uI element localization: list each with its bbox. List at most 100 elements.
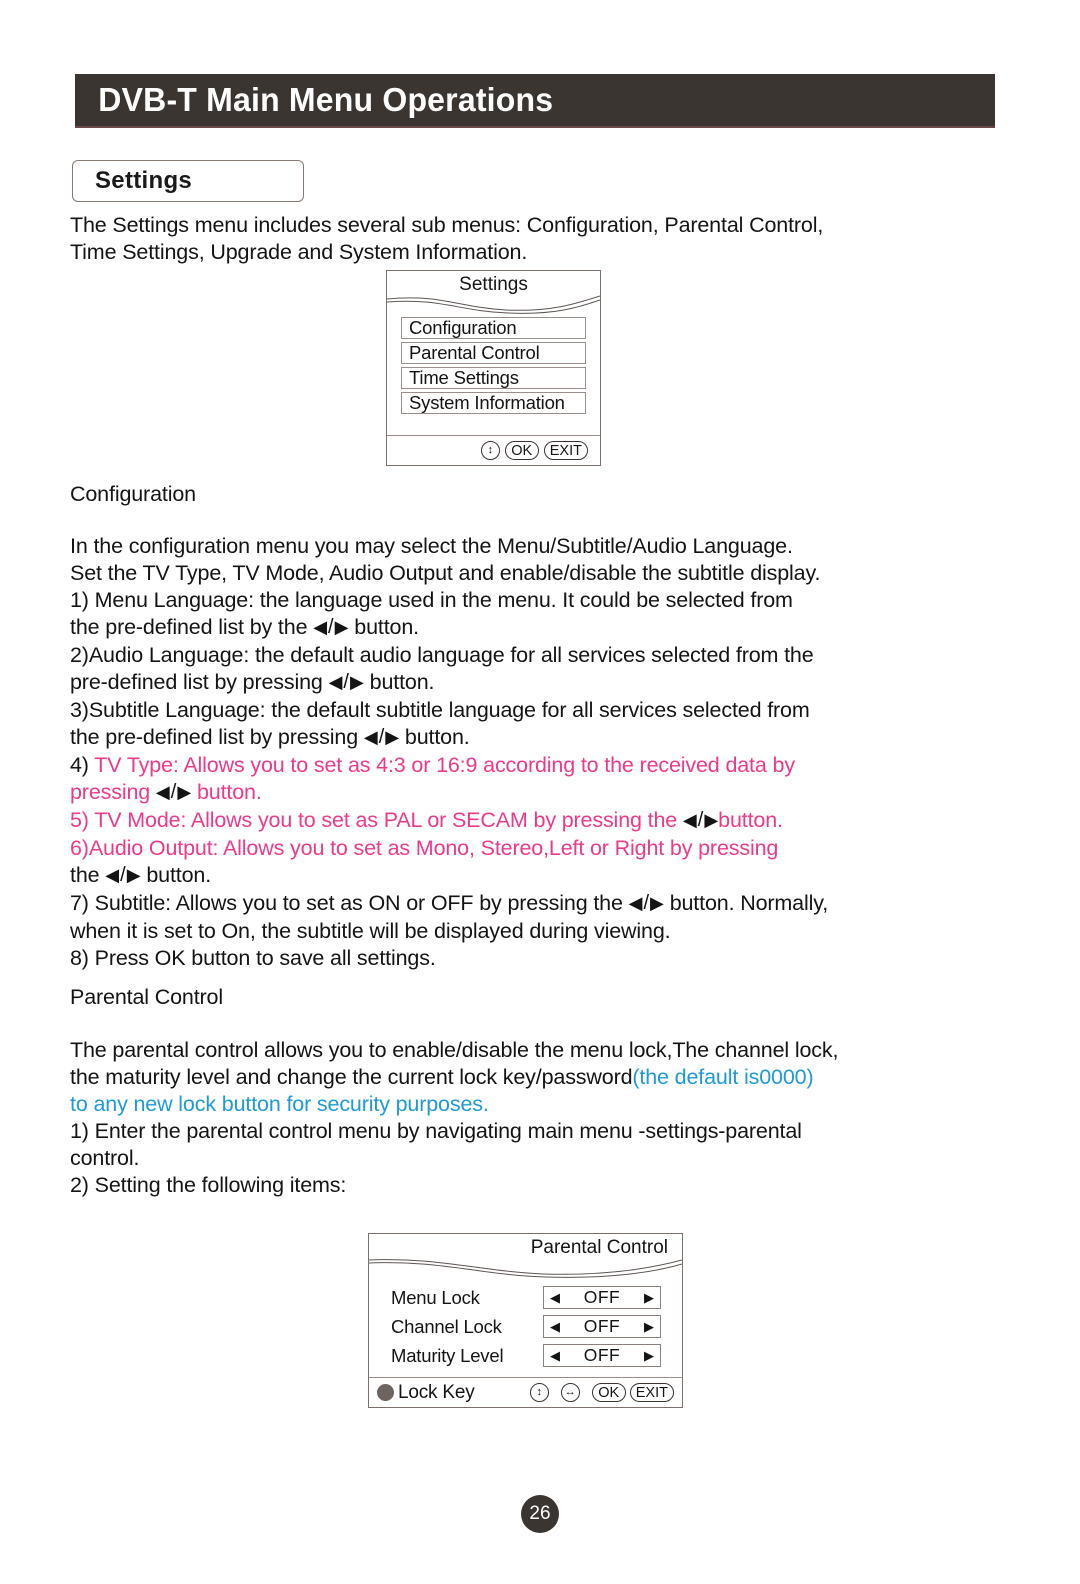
exit-button[interactable]: EXIT	[629, 1383, 674, 1402]
parental-paragraph-line-1: The parental control allows you to enabl…	[70, 1038, 839, 1062]
exit-button[interactable]: EXIT	[543, 441, 588, 460]
configuration-item-1-line-2: the pre-defined list by the ◀/▶ button.	[70, 614, 1015, 642]
left-right-arrow-icon: ◀/▶	[105, 864, 141, 886]
row-label: Maturity Level	[391, 1344, 504, 1366]
text-fragment: button.	[369, 670, 435, 694]
page-header-banner: DVB-T Main Menu Operations	[75, 74, 995, 128]
left-arrow-icon[interactable]: ◀	[550, 1291, 560, 1304]
settings-osd-item-label: Parental Control	[409, 342, 540, 363]
parental-paragraph-line-3: to any new lock button for security purp…	[70, 1092, 489, 1116]
document-page: DVB-T Main Menu Operations Settings The …	[0, 0, 1080, 1584]
parental-osd-row-menu-lock[interactable]: Menu Lock ◀ OFF ▶	[391, 1286, 664, 1309]
configuration-item-7-line-1: 7) Subtitle: Allows you to set as ON or …	[70, 890, 1015, 918]
settings-osd-item-list: Configuration Parental Control Time Sett…	[401, 317, 586, 417]
settings-osd-title: Settings	[459, 274, 528, 295]
row-value: OFF	[583, 1316, 621, 1336]
left-arrow-icon[interactable]: ◀	[550, 1349, 560, 1362]
parental-osd-row-list: Menu Lock ◀ OFF ▶ Channel Lock ◀ OFF ▶ M…	[391, 1286, 664, 1373]
parental-item-1-line-1: 1) Enter the parental control menu by na…	[70, 1119, 802, 1143]
right-arrow-icon[interactable]: ▶	[644, 1349, 654, 1362]
text-fragment: the maturity level and change the curren…	[70, 1065, 633, 1089]
settings-osd-item-parental-control[interactable]: Parental Control	[401, 342, 586, 364]
parental-control-heading: Parental Control	[70, 985, 223, 1009]
left-right-arrow-icon: ◀/▶	[328, 671, 364, 693]
parental-control-body: The parental control allows you to enabl…	[70, 1037, 1015, 1199]
text-fragment: the pre-defined list by pressing	[70, 725, 359, 749]
intro-line-1: The Settings menu includes several sub m…	[70, 213, 824, 237]
text-fragment: button.	[354, 615, 419, 639]
updown-arrow-icon[interactable]: ↕	[529, 1383, 549, 1402]
text-fragment: pre-defined list by pressing	[70, 670, 323, 694]
configuration-item-4-line-1: 4) TV Type: Allows you to set as 4:3 or …	[70, 752, 1015, 779]
row-value: OFF	[583, 1345, 621, 1365]
text-fragment: 7) Subtitle: Allows you to set as ON or …	[70, 891, 623, 915]
settings-osd-item-configuration[interactable]: Configuration	[401, 317, 586, 339]
ok-button[interactable]: OK	[591, 1383, 626, 1402]
text-fragment: button.	[718, 808, 783, 832]
text-fragment: 4)	[70, 753, 89, 777]
parental-paragraph-line-2: the maturity level and change the curren…	[70, 1064, 1015, 1091]
configuration-item-3-line-1: 3)Subtitle Language: the default subtitl…	[70, 698, 810, 722]
configuration-item-6-line-2: the ◀/▶ button.	[70, 862, 1015, 890]
row-value-stepper[interactable]: ◀ OFF ▶	[543, 1344, 661, 1367]
text-fragment: the	[70, 863, 100, 887]
section-heading-box: Settings	[72, 160, 304, 202]
left-right-arrow-icon: ◀/▶	[313, 616, 349, 638]
text-fragment: button. Normally,	[669, 891, 829, 915]
section-heading-label: Settings	[95, 167, 193, 194]
text-fragment: the pre-defined list by the	[70, 615, 308, 639]
row-label: Menu Lock	[391, 1286, 480, 1308]
left-right-arrow-icon: ◀/▶	[363, 726, 400, 748]
lock-key-dot-icon	[377, 1384, 394, 1401]
ok-button[interactable]: OK	[504, 441, 539, 460]
left-arrow-icon[interactable]: ◀	[550, 1320, 560, 1333]
text-fragment: pressing	[70, 780, 151, 804]
parental-item-1-line-2: control.	[70, 1146, 140, 1170]
parental-control-osd-dialog: Parental Control Menu Lock ◀ OFF ▶ Chann…	[368, 1233, 683, 1408]
settings-osd-footer: ↕ OK EXIT	[387, 435, 600, 465]
left-right-arrow-icon: ◀/▶	[155, 781, 192, 803]
row-value: OFF	[583, 1287, 621, 1307]
configuration-item-3-line-2: the pre-defined list by pressing ◀/▶ but…	[70, 724, 1015, 752]
row-label: Channel Lock	[391, 1315, 502, 1337]
parental-osd-footer: Lock Key ↕ ↔ OK EXIT	[369, 1377, 682, 1407]
configuration-item-8: 8) Press OK button to save all settings.	[70, 946, 436, 970]
configuration-item-1-line-1: 1) Menu Language: the language used in t…	[70, 588, 793, 612]
configuration-item-2-line-2: pre-defined list by pressing ◀/▶ button.	[70, 669, 1015, 697]
text-fragment: button.	[196, 780, 262, 804]
right-arrow-icon[interactable]: ▶	[644, 1291, 654, 1304]
settings-osd-dialog: Settings Configuration Parental Control …	[386, 270, 601, 466]
text-fragment: button.	[404, 725, 470, 749]
parental-osd-title: Parental Control	[530, 1237, 668, 1258]
intro-paragraph: The Settings menu includes several sub m…	[70, 212, 1015, 266]
left-right-arrow-icon: ◀/▶	[628, 892, 664, 914]
settings-osd-item-system-information[interactable]: System Information	[401, 392, 586, 414]
configuration-heading: Configuration	[70, 482, 196, 506]
parental-osd-row-maturity-level[interactable]: Maturity Level ◀ OFF ▶	[391, 1344, 664, 1367]
right-arrow-icon[interactable]: ▶	[644, 1320, 654, 1333]
text-fragment: 5) TV Mode: Allows you to set as PAL or …	[70, 808, 678, 832]
settings-osd-item-label: Time Settings	[409, 367, 519, 388]
settings-osd-item-label: System Information	[409, 392, 565, 413]
row-value-stepper[interactable]: ◀ OFF ▶	[543, 1286, 661, 1309]
page-title: DVB-T Main Menu Operations	[98, 81, 554, 118]
configuration-paragraph-line-1: In the configuration menu you may select…	[70, 534, 793, 558]
text-fragment-highlight: (the default is0000)	[632, 1065, 814, 1089]
leftright-arrow-icon[interactable]: ↔	[560, 1383, 580, 1402]
settings-osd-item-label: Configuration	[409, 317, 517, 338]
updown-arrow-icon[interactable]: ↕	[480, 441, 500, 460]
configuration-item-7-line-2: when it is set to On, the subtitle will …	[70, 919, 671, 943]
intro-line-2: Time Settings, Upgrade and System Inform…	[70, 240, 528, 264]
text-fragment: TV Type: Allows you to set as 4:3 or 16:…	[88, 753, 795, 777]
row-value-stepper[interactable]: ◀ OFF ▶	[543, 1315, 661, 1338]
text-fragment: button.	[146, 863, 212, 887]
parental-item-2: 2) Setting the following items:	[70, 1173, 347, 1197]
settings-osd-item-time-settings[interactable]: Time Settings	[401, 367, 586, 389]
configuration-item-4-line-2: pressing ◀/▶ button.	[70, 779, 1015, 807]
lock-key-label: Lock Key	[398, 1381, 475, 1403]
configuration-item-6-line-1: 6)Audio Output: Allows you to set as Mon…	[70, 836, 779, 860]
parental-osd-row-channel-lock[interactable]: Channel Lock ◀ OFF ▶	[391, 1315, 664, 1338]
configuration-paragraph-line-2: Set the TV Type, TV Mode, Audio Output a…	[70, 561, 821, 585]
left-right-arrow-icon: ◀/▶	[682, 809, 719, 831]
configuration-item-2-line-1: 2)Audio Language: the default audio lang…	[70, 643, 814, 667]
